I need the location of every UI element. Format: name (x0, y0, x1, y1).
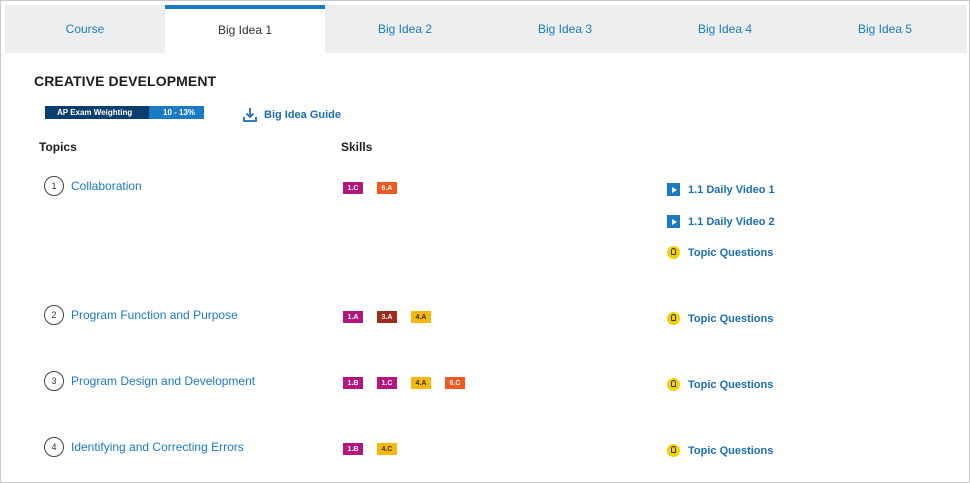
skill-badge: 6.A (376, 181, 398, 195)
download-icon (243, 108, 257, 122)
topic-number: 3 (44, 371, 64, 391)
video-icon (667, 215, 680, 228)
exam-weighting-label: AP Exam Weighting (45, 106, 149, 119)
tab-big-idea-5[interactable]: Big Idea 5 (805, 5, 965, 53)
unit-title: CREATIVE DEVELOPMENT (34, 73, 217, 89)
topic-collaboration[interactable]: 1 Collaboration (44, 176, 142, 196)
topic-number: 4 (44, 437, 64, 457)
topic-number: 1 (44, 176, 64, 196)
skills-header: Skills (341, 140, 373, 154)
topic-questions-link[interactable]: Topic Questions (667, 246, 773, 259)
video-icon (667, 183, 680, 196)
tab-big-idea-2[interactable]: Big Idea 2 (325, 5, 485, 53)
tab-bar: Course Big Idea 1 Big Idea 2 Big Idea 3 … (5, 5, 967, 53)
resource-label: Topic Questions (688, 444, 774, 457)
resource-label: 1.1 Daily Video 1 (688, 183, 775, 196)
skill-list: 1.B 1.C 4.A 6.C (342, 376, 478, 390)
skill-badge: 1.C (376, 376, 398, 390)
exam-weighting-value: 10 - 13% (149, 106, 204, 119)
exam-weighting-badge: AP Exam Weighting 10 - 13% (45, 106, 204, 119)
topic-program-function-and-purpose[interactable]: 2 Program Function and Purpose (44, 305, 238, 325)
skill-list: 1.A 3.A 4.A (342, 310, 444, 324)
skill-badge: 4.A (410, 310, 432, 324)
skill-badge: 1.C (342, 181, 364, 195)
resource-label: 1.1 Daily Video 2 (688, 215, 775, 228)
lightbulb-icon (667, 312, 680, 325)
topic-number: 2 (44, 305, 64, 325)
tab-big-idea-3[interactable]: Big Idea 3 (485, 5, 645, 53)
resource-label: Topic Questions (688, 246, 774, 259)
topic-name[interactable]: Program Design and Development (71, 374, 255, 388)
lightbulb-icon (667, 378, 680, 391)
tab-big-idea-4[interactable]: Big Idea 4 (645, 5, 805, 53)
daily-video-2-link[interactable]: 1.1 Daily Video 2 (667, 215, 775, 228)
skill-badge: 4.C (376, 442, 398, 456)
skill-badge: 6.C (444, 376, 466, 390)
resource-label: Topic Questions (688, 378, 774, 391)
topic-program-design-and-development[interactable]: 3 Program Design and Development (44, 371, 255, 391)
tab-course[interactable]: Course (5, 5, 165, 53)
lightbulb-icon (667, 444, 680, 457)
topic-name[interactable]: Collaboration (71, 179, 142, 193)
skill-badge: 1.B (342, 442, 364, 456)
topic-name[interactable]: Identifying and Correcting Errors (71, 440, 244, 454)
skill-badge: 1.B (342, 376, 364, 390)
big-idea-guide-link[interactable]: Big Idea Guide (242, 107, 341, 123)
lightbulb-icon (667, 246, 680, 259)
page-frame: Course Big Idea 1 Big Idea 2 Big Idea 3 … (0, 0, 970, 483)
main-content: CREATIVE DEVELOPMENT AP Exam Weighting 1… (5, 53, 967, 480)
skill-list: 1.C 6.A (342, 181, 410, 195)
topic-name[interactable]: Program Function and Purpose (71, 308, 238, 322)
daily-video-1-link[interactable]: 1.1 Daily Video 1 (667, 183, 775, 196)
skill-badge: 3.A (376, 310, 398, 324)
skill-badge: 1.A (342, 310, 364, 324)
resource-label: Topic Questions (688, 312, 774, 325)
big-idea-guide-label: Big Idea Guide (264, 109, 342, 121)
topic-questions-link[interactable]: Topic Questions (667, 312, 773, 325)
skill-badge: 4.A (410, 376, 432, 390)
topic-identifying-and-correcting-errors[interactable]: 4 Identifying and Correcting Errors (44, 437, 244, 457)
topic-questions-link[interactable]: Topic Questions (667, 444, 773, 457)
tab-big-idea-1[interactable]: Big Idea 1 (165, 5, 325, 53)
topic-questions-link[interactable]: Topic Questions (667, 378, 773, 391)
skill-list: 1.B 4.C (342, 442, 410, 456)
topics-header: Topics (39, 140, 77, 154)
